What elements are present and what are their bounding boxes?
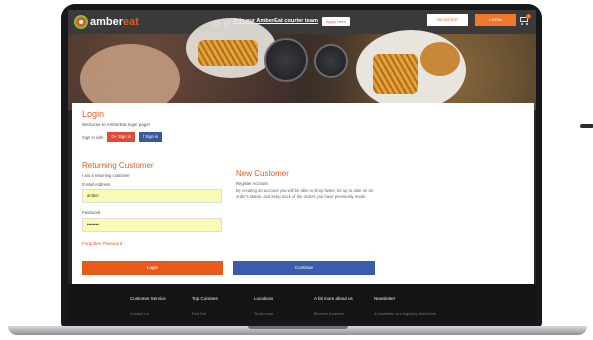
brand-name: ambereat: [90, 16, 139, 28]
forgot-password-link[interactable]: Forgotten Password: [82, 241, 122, 246]
logo-icon: [74, 15, 88, 29]
fries: [198, 40, 258, 66]
welcome-text: Welcome to AmberEat login page!: [82, 122, 150, 127]
brand-logo[interactable]: ambereat: [74, 13, 139, 31]
register-button[interactable]: REGISTER: [427, 14, 468, 26]
returning-customer-subtitle: I am a returning customer: [82, 173, 130, 178]
fries: [373, 54, 418, 94]
footer-link[interactable]: Contact Us: [130, 312, 149, 316]
login-nav-button[interactable]: LOGIN: [475, 14, 516, 26]
cart-wheel: [526, 23, 528, 25]
footer-link[interactable]: Red Hot: [192, 312, 206, 316]
password-field[interactable]: ••••••••: [82, 218, 222, 232]
new-customer-subtitle: Register Account: [236, 181, 268, 186]
glass: [264, 38, 308, 82]
footer-heading-newsletter: Newsletter: [374, 296, 396, 301]
footer-heading-top-cuisines: Top Cuisines: [192, 296, 218, 301]
laptop-screen: ambereat Join our AmberEat courier team …: [68, 10, 536, 320]
apply-here-button[interactable]: Apply Here: [321, 16, 350, 26]
social-signin-row: Sign in with G+ Sign in f Sign in: [82, 132, 163, 142]
hero-food-image: [68, 18, 536, 114]
new-customer-description: By creating an account you will be able …: [236, 188, 374, 199]
footer-heading-customer-service: Customer Service: [130, 296, 166, 301]
email-label: E-Mail Address: [82, 182, 111, 187]
email-field[interactable]: amber: [82, 189, 222, 203]
footer-link[interactable]: Become a partner: [314, 312, 344, 316]
signin-label: Sign in with: [82, 134, 104, 140]
returning-customer-title: Returning Customer: [82, 161, 154, 170]
new-customer-title: New Customer: [236, 169, 289, 178]
login-card: Login Welcome to AmberEat login page! Si…: [72, 103, 534, 284]
laptop-notch: [248, 326, 348, 329]
continue-button[interactable]: Continue: [233, 261, 375, 275]
cart-wheel: [521, 23, 523, 25]
footer-newsletter-text: A newsletter is a regularly distributed: [374, 312, 436, 316]
burger: [420, 42, 460, 76]
footer-heading-locations: Locations: [254, 296, 274, 301]
login-title: Login: [82, 109, 105, 119]
top-navbar: ambereat Join our AmberEat courier team …: [68, 10, 536, 34]
google-signin-button[interactable]: G+ Sign in: [107, 132, 136, 142]
password-label: Password: [82, 210, 101, 215]
footer: Customer Service Contact Us Top Cuisines…: [68, 284, 536, 320]
login-button[interactable]: Login: [82, 261, 223, 275]
side-device: [580, 124, 593, 128]
facebook-signin-button[interactable]: f Sign in: [139, 132, 163, 142]
glass: [314, 44, 348, 78]
footer-heading-about: A bit more about us: [314, 296, 353, 301]
cart-icon[interactable]: 0: [518, 14, 531, 26]
cart-count-badge: 0: [526, 14, 531, 19]
footer-link[interactable]: Show more: [254, 312, 273, 316]
